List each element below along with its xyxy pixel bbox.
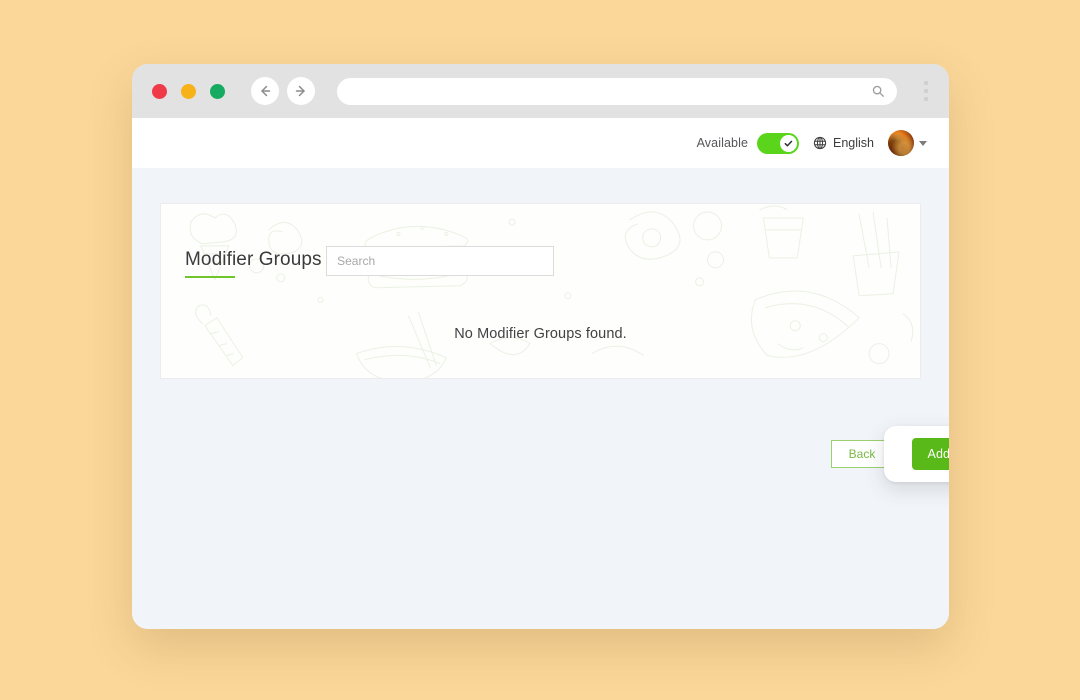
- action-panel: Add Modifier Group: [884, 426, 949, 482]
- arrow-left-icon: [261, 85, 271, 97]
- empty-state-message: No Modifier Groups found.: [454, 326, 627, 342]
- avatar: [888, 130, 914, 156]
- page-body: Modifier Groups No Modifier Groups found…: [132, 168, 949, 629]
- browser-window: Available English Modifier Groups Search…: [132, 64, 949, 629]
- close-window-button[interactable]: [152, 83, 167, 99]
- search-input[interactable]: [326, 246, 555, 276]
- browser-forward-button[interactable]: [287, 77, 315, 105]
- check-icon: [784, 140, 793, 147]
- toggle-knob: [780, 134, 797, 152]
- modifier-groups-card: Modifier Groups No Modifier Groups found…: [160, 203, 921, 379]
- search-icon[interactable]: [871, 84, 885, 98]
- kebab-dot: [924, 97, 928, 101]
- page-title: Modifier Groups: [185, 249, 322, 278]
- chevron-down-icon: [919, 140, 927, 146]
- browser-navigation: [251, 77, 315, 105]
- availability-control: Available: [696, 132, 799, 154]
- kebab-dot: [924, 89, 928, 93]
- kebab-dot: [924, 81, 928, 85]
- window-traffic-lights: [152, 83, 225, 99]
- availability-label: Available: [696, 136, 748, 150]
- availability-toggle[interactable]: [757, 132, 799, 154]
- app-header: Available English: [132, 118, 949, 168]
- maximize-window-button[interactable]: [210, 83, 225, 99]
- add-modifier-group-button[interactable]: Add Modifier Group: [912, 438, 949, 470]
- browser-chrome: [132, 64, 949, 118]
- card-content: Modifier Groups: [161, 204, 920, 300]
- language-label: English: [833, 136, 874, 150]
- user-menu[interactable]: [888, 130, 927, 156]
- language-selector[interactable]: English: [813, 136, 874, 150]
- browser-back-button[interactable]: [251, 77, 279, 105]
- address-bar[interactable]: [337, 77, 897, 105]
- globe-icon: [813, 136, 827, 150]
- arrow-right-icon: [295, 85, 305, 97]
- browser-menu-button[interactable]: [915, 74, 937, 108]
- minimize-window-button[interactable]: [181, 83, 196, 99]
